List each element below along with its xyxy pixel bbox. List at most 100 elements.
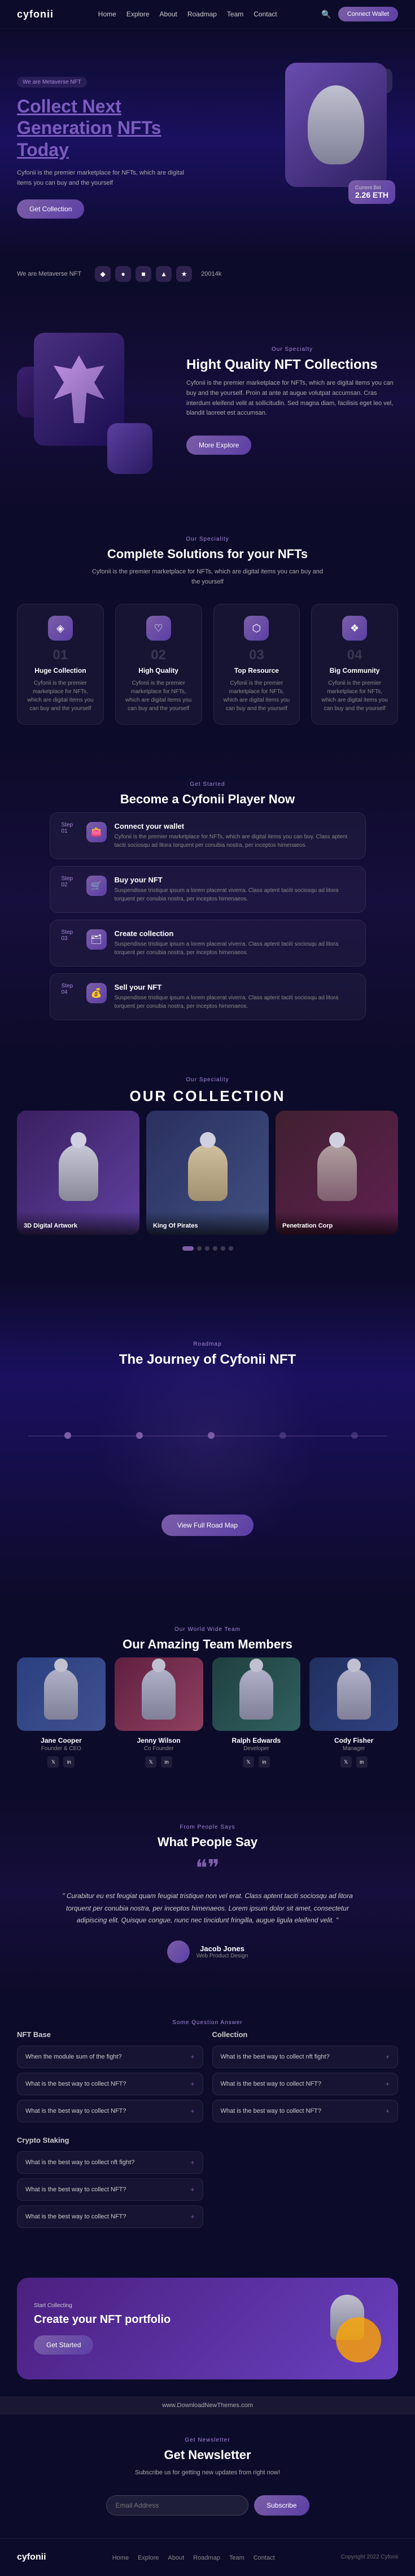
journey-tag: Roadmap [28, 1341, 387, 1347]
nav-link-explore[interactable]: Explore [126, 10, 150, 18]
step-number-3: Step 03 [62, 929, 78, 942]
team-name-4: Cody Fisher [309, 1737, 398, 1744]
footer-link-home[interactable]: Home [112, 2555, 129, 2561]
footer-link-explore[interactable]: Explore [138, 2555, 159, 2561]
dot-6[interactable] [229, 1246, 233, 1251]
twitter-icon-1[interactable]: 𝕏 [47, 1756, 59, 1768]
hq-description: Cyfonii is the premier marketplace for N… [186, 378, 398, 418]
dot-1[interactable] [182, 1246, 194, 1251]
wing-figure [54, 355, 104, 423]
cta-section: Start Collecting Create your NFT portfol… [17, 2278, 398, 2379]
team-socials-3: 𝕏 in [212, 1756, 301, 1768]
download-bar: www.DownloadNewThemes.com [0, 2396, 415, 2414]
faq-item-1[interactable]: When the module sum of the fight? + [17, 2046, 203, 2068]
linkedin-icon-4[interactable]: in [356, 1756, 368, 1768]
collection-item-3: Penetration Corp [276, 1111, 398, 1235]
footer-link-contact[interactable]: Contact [254, 2555, 275, 2561]
twitter-icon-3[interactable]: 𝕏 [243, 1756, 254, 1768]
nav-link-roadmap[interactable]: Roadmap [187, 10, 217, 18]
faq-item-2[interactable]: What is the best way to collect NFT? + [17, 2073, 203, 2095]
faq-arrow-5: + [386, 2080, 390, 2088]
hq-left-visuals [17, 321, 164, 480]
dot-2[interactable] [197, 1246, 202, 1251]
faq-item-8[interactable]: What is the best way to collect NFT? + [17, 2178, 203, 2201]
newsletter-subtitle: Subscribe us for getting new updates fro… [89, 2468, 326, 2478]
twitter-icon-2[interactable]: 𝕏 [145, 1756, 156, 1768]
dot-4[interactable] [213, 1246, 217, 1251]
solution-desc-1: Cyfonii is the premier marketplace for N… [27, 679, 94, 713]
view-roadmap-button[interactable]: View Full Road Map [161, 1515, 254, 1536]
collection-title: OUR COLLECTION [17, 1087, 398, 1105]
team-socials-4: 𝕏 in [309, 1756, 398, 1768]
step-card-4: Step 04 💰 Sell your NFT Suspendisse tris… [50, 973, 366, 1020]
solution-title-1: Huge Collection [27, 667, 94, 675]
linkedin-icon-2[interactable]: in [161, 1756, 172, 1768]
team-role-1: Founder & CEO [17, 1746, 106, 1752]
dot-3[interactable] [205, 1246, 209, 1251]
faq-arrow-4: + [386, 2053, 390, 2061]
team-role-4: Manager [309, 1746, 398, 1752]
journey-title: The Journey of Cyfonii NFT [28, 1352, 387, 1368]
solution-title-2: High Quality [125, 667, 193, 675]
faq-item-9[interactable]: What is the best way to collect NFT? + [17, 2205, 203, 2228]
steps-container: Step 01 👛 Connect your wallet Cyfonii is… [50, 812, 366, 1020]
hq-right-content: Our Specialty Hight Quality NFT Collecti… [186, 346, 398, 454]
solutions-description: Cyfonii is the premier marketplace for N… [89, 567, 326, 587]
team-avatar-3 [212, 1657, 301, 1731]
faq-arrow-3: + [190, 2107, 194, 2115]
author-avatar [167, 1940, 190, 1963]
step-number-4: Step 04 [62, 983, 78, 995]
faq-grid: NFT Base When the module sum of the figh… [17, 2030, 398, 2233]
step-desc-2: Suspendisse tristique ipsum a lorem plac… [115, 886, 354, 903]
newsletter-subscribe-button[interactable]: Subscribe [254, 2495, 309, 2516]
faq-item-4[interactable]: What is the best way to collect nft figh… [212, 2046, 399, 2068]
linkedin-icon-3[interactable]: in [259, 1756, 270, 1768]
nav-link-team[interactable]: Team [227, 10, 243, 18]
nft-head-shape [308, 85, 364, 164]
footer-link-team[interactable]: Team [229, 2555, 244, 2561]
faq-arrow-1: + [190, 2053, 194, 2061]
linkedin-icon-1[interactable]: in [63, 1756, 75, 1768]
journey-section: Roadmap The Journey of Cyfonii NFT View … [0, 1279, 415, 1598]
price-value: 2.26 ETH [355, 190, 388, 199]
hero-cta-button[interactable]: Get Collection [17, 199, 84, 219]
newsletter-email-input[interactable] [106, 2495, 249, 2516]
footer-link-about[interactable]: About [168, 2555, 184, 2561]
step-card-2: Step 02 🛒 Buy your NFT Suspendisse trist… [50, 866, 366, 913]
nft-icon-4: ▲ [156, 266, 172, 282]
footer-link-roadmap[interactable]: Roadmap [193, 2555, 220, 2561]
team-name-2: Jenny Wilson [115, 1737, 203, 1744]
dot-5[interactable] [221, 1246, 225, 1251]
faq-item-5[interactable]: What is the best way to collect NFT? + [212, 2073, 399, 2095]
faq-item-7[interactable]: What is the best way to collect nft figh… [17, 2151, 203, 2174]
hero-nft-card [285, 63, 387, 187]
team-socials-2: 𝕏 in [115, 1756, 203, 1768]
search-icon[interactable]: 🔍 [321, 10, 331, 19]
team-socials-1: 𝕏 in [17, 1756, 106, 1768]
nav-link-about[interactable]: About [160, 10, 177, 18]
twitter-icon-4[interactable]: 𝕏 [340, 1756, 352, 1768]
price-label: Current Bid [355, 185, 388, 190]
hq-cta-button[interactable]: More Explore [186, 436, 251, 455]
nft-icon-5: ★ [176, 266, 192, 282]
connect-wallet-button[interactable]: Connect Wallet [338, 7, 398, 21]
faq-item-3[interactable]: What is the best way to collect NFT? + [17, 2100, 203, 2122]
hero-title: Collect Next Generation NFTs Today [17, 95, 198, 160]
step-title-3: Create collection [115, 929, 354, 938]
collection-item-2: King Of Pirates [146, 1111, 269, 1235]
download-text: www.DownloadNewThemes.com [162, 2402, 253, 2409]
hq-tag: Our Specialty [186, 346, 398, 353]
team-tag: Our World Wide Team [17, 1626, 398, 1633]
hq-title: Hight Quality NFT Collections [186, 357, 398, 373]
solution-card-1: ◈ 01 Huge Collection Cyfonii is the prem… [17, 604, 104, 725]
newsletter-form: Subscribe [106, 2495, 309, 2516]
faq-column-title-right: Collection [212, 2030, 399, 2039]
cta-button[interactable]: Get Started [34, 2335, 93, 2355]
hq-section: Our Specialty Hight Quality NFT Collecti… [0, 293, 415, 508]
collection-tag: Our Speciality [17, 1077, 398, 1083]
nav-link-home[interactable]: Home [98, 10, 116, 18]
nav-link-contact[interactable]: Contact [254, 10, 277, 18]
faq-item-6[interactable]: What is the best way to collect NFT? + [212, 2100, 399, 2122]
cta-right-visuals [302, 2295, 381, 2362]
nft-icon-row: ◆ ● ■ ▲ ★ [95, 266, 192, 282]
